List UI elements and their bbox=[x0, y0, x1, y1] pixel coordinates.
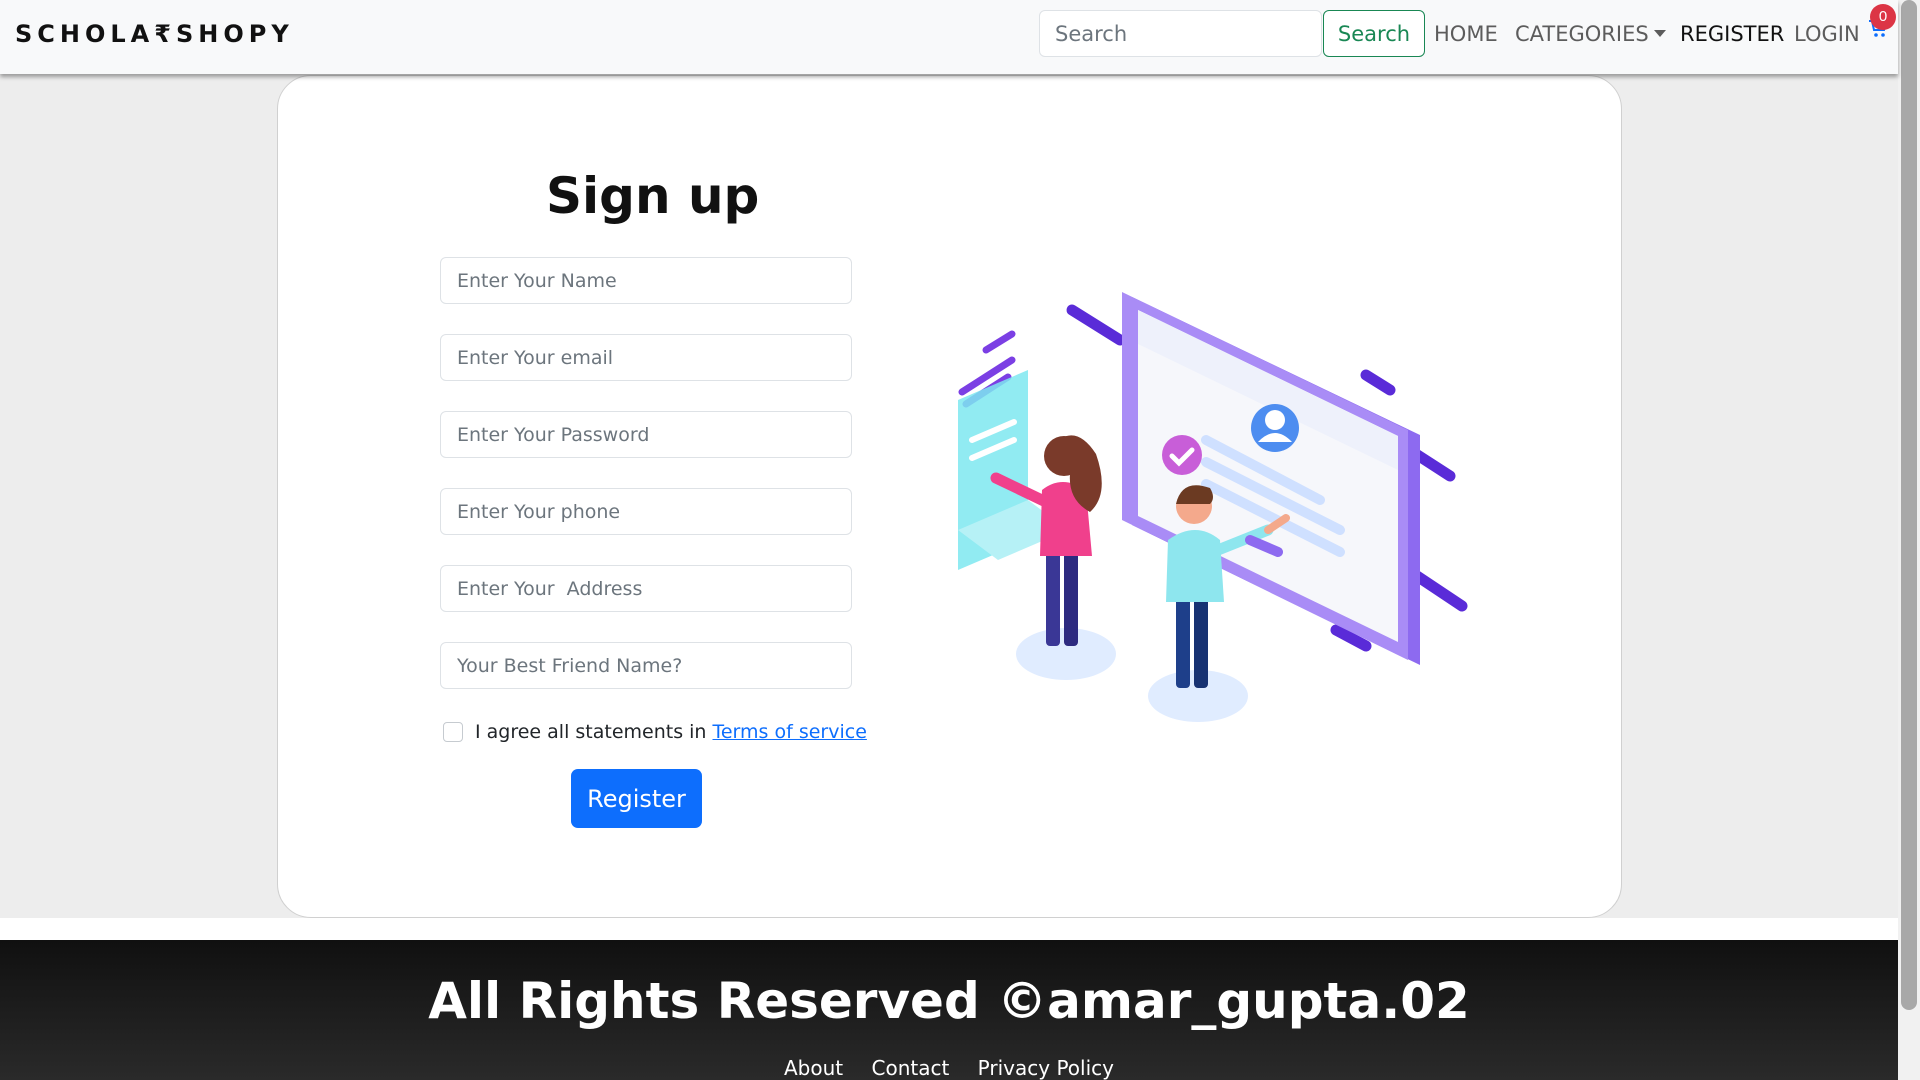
nav-home[interactable]: HOME bbox=[1434, 22, 1498, 46]
signup-illustration bbox=[958, 292, 1468, 722]
register-button[interactable]: Register bbox=[571, 769, 702, 828]
answer-field[interactable] bbox=[440, 642, 852, 689]
nav-categories-label: CATEGORIES bbox=[1515, 22, 1649, 46]
name-field[interactable] bbox=[440, 257, 852, 304]
check-icon bbox=[1162, 435, 1202, 475]
search-button[interactable]: Search bbox=[1323, 10, 1425, 57]
footer-link-privacy[interactable]: Privacy Policy bbox=[978, 1056, 1114, 1080]
page-scrollbar[interactable] bbox=[1898, 0, 1920, 1080]
cart-count-badge: 0 bbox=[1870, 4, 1896, 30]
nav-register[interactable]: REGISTER bbox=[1680, 22, 1784, 46]
scrollbar-thumb[interactable] bbox=[1901, 0, 1917, 1010]
footer-copyright: All Rights Reserved ©amar_gupta.02 bbox=[428, 972, 1470, 1030]
page-title: Sign up bbox=[546, 167, 760, 225]
caret-down-icon bbox=[1653, 30, 1666, 37]
man-shirt bbox=[1166, 530, 1224, 602]
footer-link-contact[interactable]: Contact bbox=[872, 1056, 950, 1080]
nav-login[interactable]: LOGIN bbox=[1794, 22, 1860, 46]
terms-link[interactable]: Terms of service bbox=[712, 721, 866, 743]
address-field[interactable] bbox=[440, 565, 852, 612]
search-input[interactable] bbox=[1039, 10, 1322, 57]
footer-links: About Contact Privacy Policy bbox=[0, 1056, 1898, 1080]
content-bottom-strip bbox=[0, 918, 1898, 940]
terms-row: I agree all statements in Terms of servi… bbox=[443, 721, 867, 743]
footer-link-about[interactable]: About bbox=[784, 1056, 843, 1080]
nav-categories[interactable]: CATEGORIES bbox=[1515, 22, 1666, 46]
email-field[interactable] bbox=[440, 334, 852, 381]
terms-checkbox[interactable] bbox=[443, 722, 463, 742]
brand-logo[interactable]: SCHOLA₹SHOPY bbox=[15, 20, 294, 48]
navbar: SCHOLA₹SHOPY Search HOME CATEGORIES REGI… bbox=[0, 0, 1898, 74]
terms-text: I agree all statements in bbox=[475, 721, 707, 743]
footer: All Rights Reserved ©amar_gupta.02 About… bbox=[0, 940, 1898, 1080]
password-field[interactable] bbox=[440, 411, 852, 458]
phone-field[interactable] bbox=[440, 488, 852, 535]
